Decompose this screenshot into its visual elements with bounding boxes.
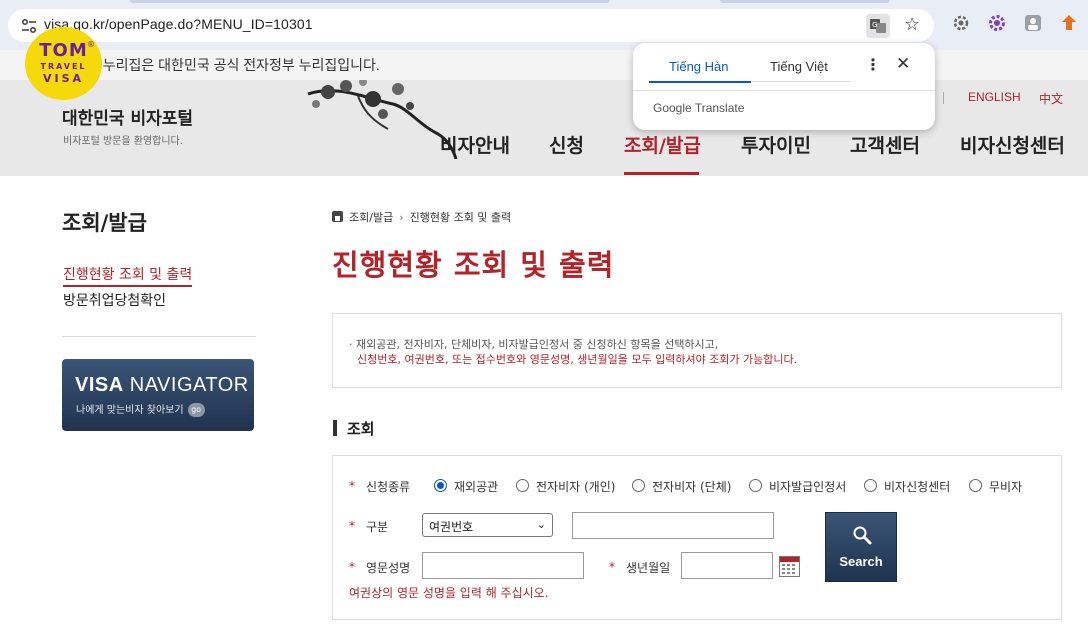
category-label: 구분 xyxy=(366,520,389,534)
required-mark: * xyxy=(349,479,355,493)
tom-travel-visa-logo: TOM ® TRAVEL VISA xyxy=(25,27,102,100)
translate-tab-target[interactable]: Tiếng Việt xyxy=(770,59,828,74)
radio-evisa-individual[interactable] xyxy=(516,479,529,492)
radio-visa-application-center[interactable] xyxy=(864,479,877,492)
translate-icon[interactable]: G xyxy=(866,14,890,38)
radio-label-overseas-mission[interactable]: 재외공관 xyxy=(454,478,498,495)
extension-gear-icon[interactable] xyxy=(951,13,971,33)
lang-divider xyxy=(943,92,944,104)
svg-text:G: G xyxy=(872,21,877,29)
home-icon[interactable] xyxy=(332,211,343,222)
active-nav-indicator xyxy=(624,172,699,175)
tab-strip xyxy=(720,0,890,3)
navigator-title-rest: NAVIGATOR xyxy=(123,374,249,396)
radio-label-visa-application-center[interactable]: 비자신청센터 xyxy=(884,478,950,495)
sidebar-item-work-visit-lottery[interactable]: 방문취업당첨확인 xyxy=(63,290,166,310)
breadcrumb-current: 진행현황 조회 및 출력 xyxy=(409,211,512,224)
instruction-line-1: · 재외공관, 전자비자, 단체비자, 비자발급인정서 중 신청하신 항목을 선… xyxy=(349,338,719,351)
logo-line-2: TRAVEL xyxy=(40,62,87,71)
instruction-line-2: 신청번호, 여권번호, 또는 접수번호와 영문성명, 생년월일을 모두 입력하셔… xyxy=(357,353,798,366)
chevron-right-icon: › xyxy=(399,211,404,224)
radio-label-visa-confirmation[interactable]: 비자발급인정서 xyxy=(769,478,846,495)
breadcrumb-item[interactable]: 조회/발급 xyxy=(349,211,393,224)
required-mark: * xyxy=(609,560,615,574)
translate-tab-indicator xyxy=(649,81,751,83)
english-name-input[interactable] xyxy=(422,552,584,579)
instruction-box: · 재외공관, 전자비자, 단체비자, 비자발급인정서 중 신청하신 항목을 선… xyxy=(332,313,1062,388)
sidebar-divider xyxy=(62,336,256,337)
sidebar-item-status-inquiry[interactable]: 진행현황 조회 및 출력 xyxy=(63,264,193,287)
application-type-label: 신청종류 xyxy=(366,480,411,494)
section-title: 조회 xyxy=(347,420,375,438)
more-options-icon[interactable]: ⋮ xyxy=(865,55,881,74)
navigator-title-bold: VISA xyxy=(75,374,124,396)
gov-notice-text: 이 누리집은 대한민국 공식 전자정부 누리집입니다. xyxy=(86,57,380,73)
navigator-go-badge: go xyxy=(187,403,205,417)
category-select-value: 여권번호 xyxy=(429,520,474,534)
url-text[interactable]: visa.go.kr/openPage.do?MENU_ID=10301 xyxy=(44,16,313,32)
lang-chinese-link[interactable]: 中文 xyxy=(1039,90,1063,107)
logo-registered-mark: ® xyxy=(87,40,95,49)
search-button-label: Search xyxy=(839,554,883,569)
calendar-icon[interactable] xyxy=(779,556,800,577)
nav-customer-center[interactable]: 고객센터 xyxy=(850,131,920,158)
google-translate-brand: Google Translate xyxy=(653,101,745,115)
close-icon[interactable]: ✕ xyxy=(896,54,910,74)
category-select[interactable]: 여권번호 ⌄ xyxy=(422,513,553,537)
translate-tab-line xyxy=(751,81,851,82)
logo-line-3: VISA xyxy=(42,72,85,85)
visa-navigator-banner[interactable]: VISA NAVIGATOR 나에게 맞는비자 찾아보기 go xyxy=(62,359,254,431)
required-mark: * xyxy=(349,519,355,533)
ink-painting-decoration xyxy=(307,80,458,159)
radio-visa-free[interactable] xyxy=(969,479,982,492)
tab-strip xyxy=(130,0,610,3)
radio-evisa-group[interactable] xyxy=(632,479,645,492)
sidebar-title: 조회/발급 xyxy=(62,211,147,235)
radio-label-evisa-group[interactable]: 전자비자 (단체) xyxy=(652,478,731,495)
navigator-subtitle-text: 나에게 맞는비자 찾아보기 xyxy=(76,405,184,416)
search-button[interactable]: Search xyxy=(825,512,897,582)
radio-overseas-mission[interactable] xyxy=(434,479,447,492)
portal-subtitle: 비자포털 방문을 환영합니다. xyxy=(63,136,183,147)
translate-tab-source[interactable]: Tiếng Hàn xyxy=(669,59,729,74)
calendar-grid xyxy=(782,564,795,574)
search-icon xyxy=(853,526,872,545)
extension-purple-gear-icon[interactable] xyxy=(987,13,1007,33)
section-marker xyxy=(333,420,337,436)
extension-orange-icon[interactable] xyxy=(1059,13,1079,33)
lang-english-link[interactable]: ENGLISH xyxy=(968,90,1021,104)
english-name-label: 영문성명 xyxy=(366,561,411,575)
name-hint-text: 여권상의 영문 성명을 입력 해 주십시오. xyxy=(349,586,549,600)
page-title: 진행현황 조회 및 출력 xyxy=(332,248,615,282)
portal-title[interactable]: 대한민국 비자포털 xyxy=(62,104,193,129)
translate-popup: Tiếng Hàn Tiếng Việt ⋮ ✕ Google Translat… xyxy=(633,43,935,130)
address-bar[interactable]: visa.go.kr/openPage.do?MENU_ID=10301 G ☆ xyxy=(8,9,934,42)
navigator-subtitle: 나에게 맞는비자 찾아보기 go xyxy=(76,401,205,417)
extension-profile-icon[interactable] xyxy=(1023,13,1043,33)
nav-apply[interactable]: 신청 xyxy=(549,131,584,158)
radio-label-evisa-individual[interactable]: 전자비자 (개인) xyxy=(536,478,615,495)
nav-visa-application-center[interactable]: 비자신청센터 xyxy=(960,131,1065,158)
required-mark: * xyxy=(349,560,355,574)
number-input[interactable] xyxy=(572,512,774,539)
nav-visa-info[interactable]: 비자안내 xyxy=(440,131,510,158)
nav-investment-immigration[interactable]: 투자이민 xyxy=(741,131,811,158)
birth-date-input[interactable] xyxy=(681,552,773,579)
radio-label-visa-free[interactable]: 무비자 xyxy=(989,478,1022,495)
birth-date-label: 생년월일 xyxy=(626,561,671,575)
nav-inquiry-issue[interactable]: 조회/발급 xyxy=(624,131,701,158)
chevron-down-icon: ⌄ xyxy=(536,518,546,531)
site-settings-icon[interactable] xyxy=(20,17,38,35)
breadcrumb: 조회/발급 › 진행현황 조회 및 출력 xyxy=(332,209,511,225)
bookmark-star-icon[interactable]: ☆ xyxy=(904,14,920,36)
navigator-title: VISA NAVIGATOR xyxy=(75,374,249,397)
translate-divider xyxy=(633,90,935,91)
radio-visa-confirmation[interactable] xyxy=(749,479,762,492)
